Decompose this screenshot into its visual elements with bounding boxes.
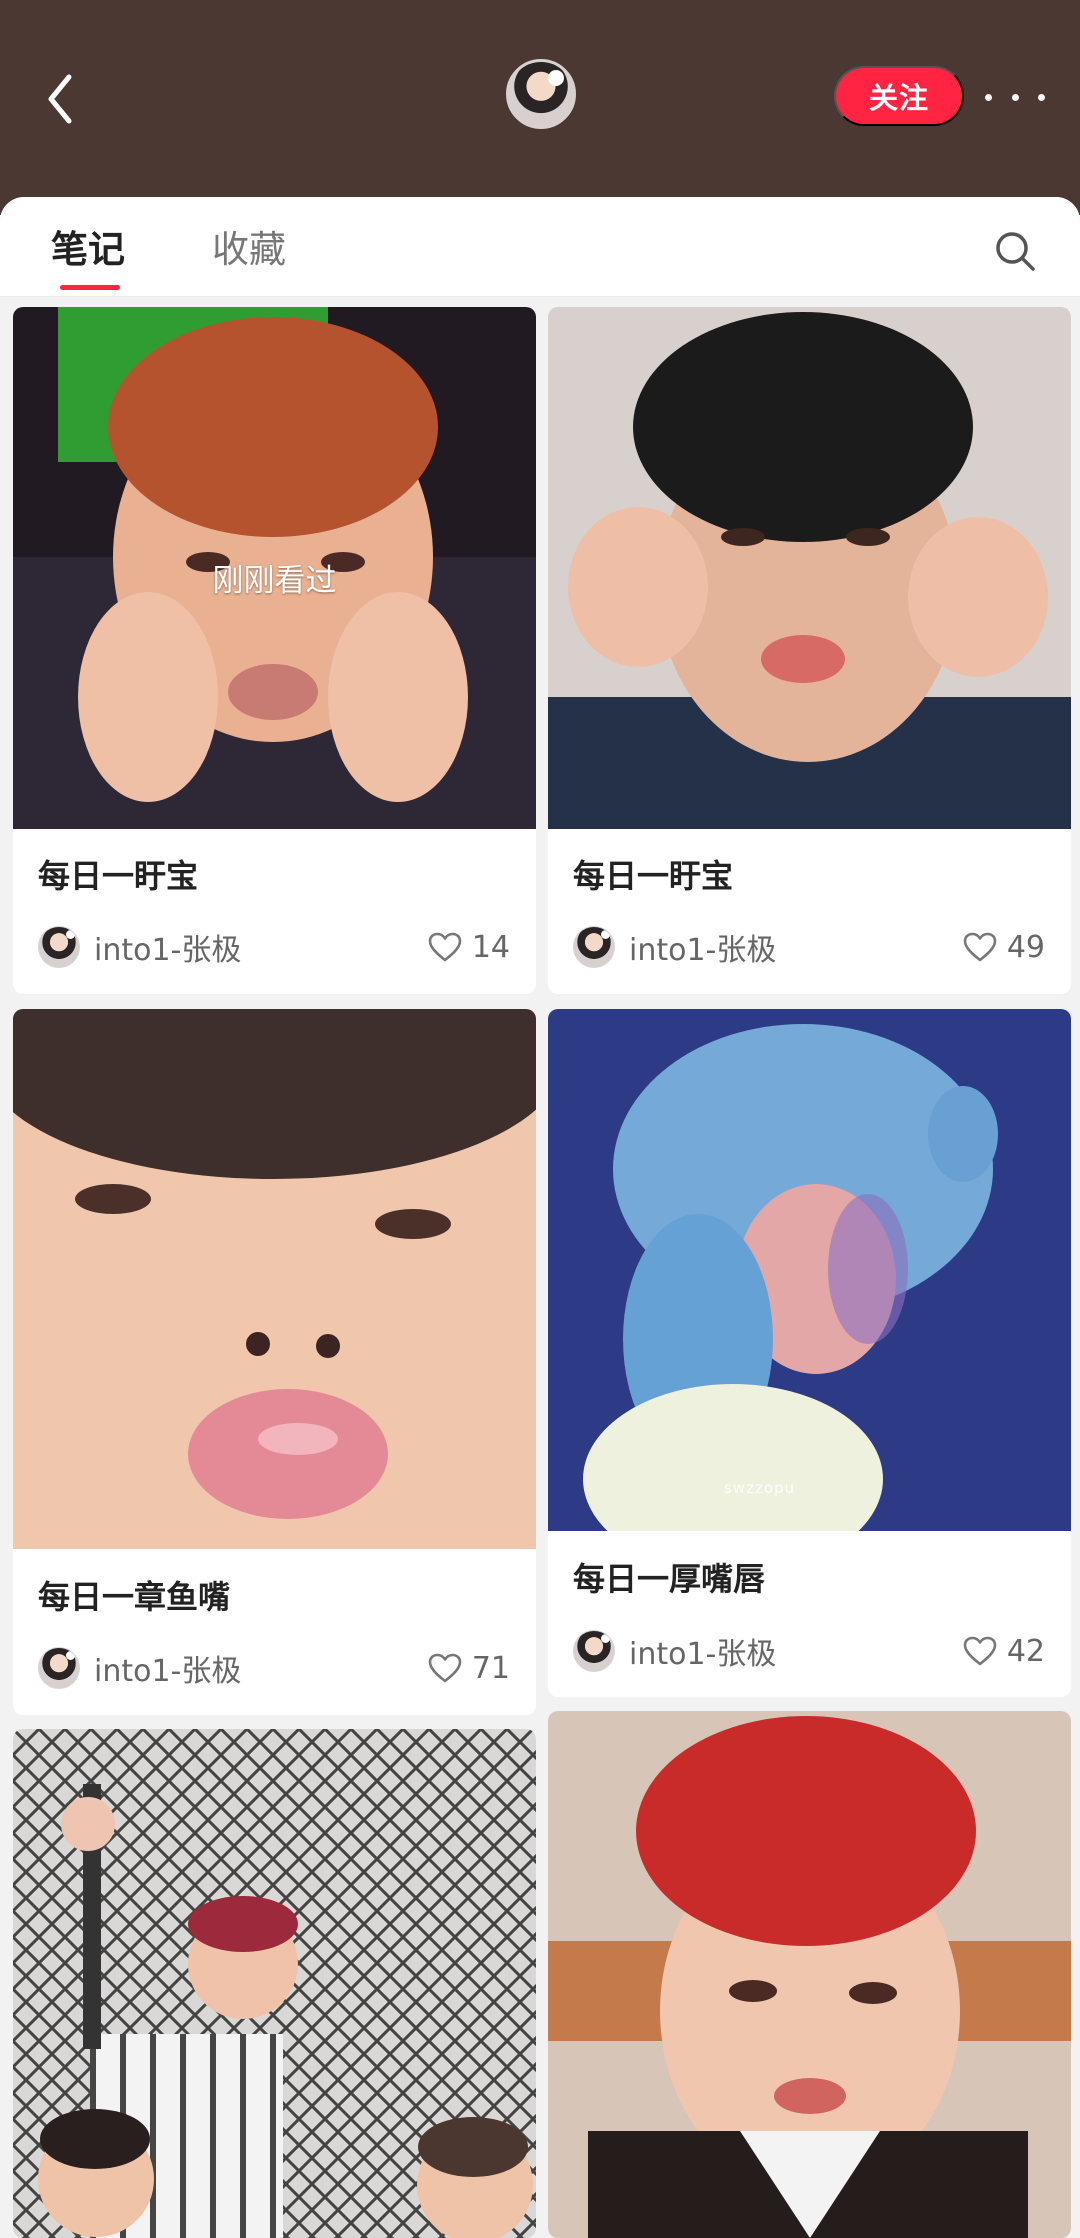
heart-icon	[963, 932, 997, 962]
tab-bar: 笔记 收藏	[0, 197, 1080, 297]
note-card[interactable]: 刚刚看过 每日一盱宝 into1-张极 14	[13, 307, 536, 994]
search-button[interactable]	[993, 229, 1037, 273]
heart-icon	[428, 1653, 462, 1683]
author-name: into1-张极	[629, 933, 777, 968]
author-avatar	[38, 926, 80, 968]
photo-watermark: swzzopu	[724, 1479, 796, 1497]
note-title: 每日一盱宝	[573, 857, 734, 895]
author[interactable]: into1-张极	[38, 1646, 241, 1690]
back-icon	[48, 74, 72, 124]
author-name: into1-张极	[94, 933, 242, 968]
like-count: 49	[1006, 929, 1045, 965]
active-tab-indicator	[60, 285, 120, 290]
more-icon	[985, 93, 992, 101]
profile-header: 关注	[0, 0, 1080, 215]
note-title: 每日一厚嘴唇	[573, 1560, 766, 1598]
search-icon	[996, 232, 1035, 271]
note-photo	[548, 307, 1071, 829]
author-name: into1-张极	[629, 1637, 777, 1672]
note-card[interactable]: 每日一章鱼嘴 into1-张极 71	[13, 1009, 536, 1715]
note-card[interactable]	[548, 1711, 1071, 2238]
recently-viewed-label: 刚刚看过	[212, 563, 337, 599]
content-sheet: 笔记 收藏 刚刚看过 每日一盱宝 into1-张极 14 每日一盱宝 into1…	[0, 197, 1080, 2238]
note-photo	[548, 1711, 1071, 2238]
more-button[interactable]	[985, 85, 1045, 109]
avatar[interactable]	[506, 59, 576, 129]
like-button[interactable]: 14	[428, 925, 510, 969]
heart-icon	[963, 1636, 997, 1666]
note-title: 每日一盱宝	[38, 857, 199, 895]
author-avatar	[573, 926, 615, 968]
author-name: into1-张极	[94, 1654, 242, 1689]
follow-button[interactable]: 关注	[834, 66, 964, 126]
like-button[interactable]: 71	[428, 1646, 510, 1690]
like-button[interactable]: 49	[963, 925, 1045, 969]
author-avatar	[573, 1630, 615, 1672]
note-title: 每日一章鱼嘴	[38, 1578, 231, 1616]
like-button[interactable]: 42	[963, 1629, 1045, 1673]
author-avatar	[38, 1647, 80, 1689]
tab-notes[interactable]: 笔记	[51, 227, 125, 272]
heart-icon	[428, 932, 462, 962]
back-button[interactable]	[30, 64, 90, 134]
note-card[interactable]	[13, 1729, 536, 2238]
author[interactable]: into1-张极	[573, 925, 776, 969]
like-count: 14	[471, 929, 510, 965]
note-card[interactable]: swzzopu 每日一厚嘴唇 into1-张极 42	[548, 1009, 1071, 1697]
author[interactable]: into1-张极	[573, 1629, 776, 1673]
note-photo	[13, 1729, 536, 2238]
like-count: 42	[1006, 1633, 1045, 1669]
note-card[interactable]: 每日一盱宝 into1-张极 49	[548, 307, 1071, 994]
tab-collect[interactable]: 收藏	[212, 227, 286, 272]
note-photo	[13, 1009, 536, 1549]
like-count: 71	[471, 1650, 510, 1686]
note-photo	[548, 1009, 1071, 1531]
author[interactable]: into1-张极	[38, 925, 241, 969]
